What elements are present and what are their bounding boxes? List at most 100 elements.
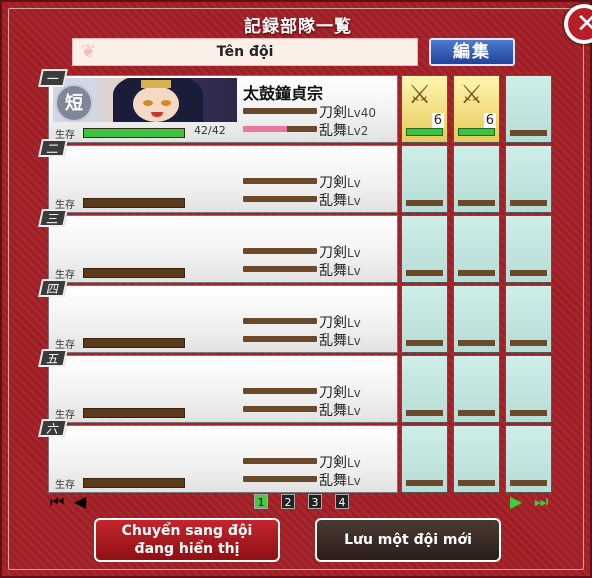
- slot-durability-bar: [458, 200, 495, 206]
- ranbu-bar: [243, 476, 317, 482]
- row-number: 三: [38, 209, 68, 227]
- slot-durability-bar: [458, 410, 495, 416]
- hp-bar: [83, 128, 185, 138]
- edit-button[interactable]: 編集: [429, 38, 515, 66]
- team-name-field[interactable]: ❦ Tên đội: [72, 38, 418, 66]
- record-team-list-window: 記録部隊一覧 ✕ ❦ Tên đội 編集 短太鼓鐘貞宗 生存 42/42 刀剣Lv4…: [0, 0, 592, 578]
- hp-bar: [83, 408, 185, 418]
- switch-to-displayed-team-button[interactable]: Chuyển sang đội đang hiển thị: [94, 518, 280, 562]
- page-3[interactable]: 3: [308, 494, 322, 509]
- slot-durability-bar: [510, 480, 547, 486]
- equipment-slot[interactable]: [505, 215, 552, 283]
- slot-durability-bar: [458, 340, 495, 346]
- row-number: 一: [38, 69, 68, 87]
- ranbu-level-label: 乱舞Lv: [319, 193, 361, 209]
- team-name-text: Tên đội: [216, 44, 274, 60]
- soldier-icon: ⚔: [460, 80, 484, 110]
- page-1[interactable]: 1: [254, 494, 268, 509]
- window-title: 記録部隊一覧: [244, 17, 352, 37]
- close-icon[interactable]: ✕: [564, 4, 592, 44]
- team-row[interactable]: 生存 刀剣Lv 乱舞Lv: [48, 215, 398, 283]
- sword-type-badge: 短: [55, 84, 93, 122]
- slot-count: 6: [483, 113, 496, 128]
- ranbu-level-label: 乱舞Lv: [319, 263, 361, 279]
- last-page-icon[interactable]: ⏭: [534, 492, 548, 512]
- ranbu-level-label: 乱舞Lv: [319, 473, 361, 489]
- equipment-slot[interactable]: [453, 215, 500, 283]
- equipment-slot[interactable]: [401, 145, 448, 213]
- page-2[interactable]: 2: [281, 494, 295, 509]
- slot-durability-bar: [510, 130, 547, 136]
- unit-name: 太鼓鐘貞宗: [243, 84, 324, 103]
- pager: ⏮ ◀ 1 2 3 4 ▶ ⏭: [48, 492, 552, 512]
- exp-bar: [243, 388, 317, 394]
- hp-text: 42/42: [194, 124, 226, 137]
- equipment-slot[interactable]: [505, 285, 552, 353]
- slot-durability-bar: [510, 270, 547, 276]
- equipment-slot[interactable]: [401, 215, 448, 283]
- ranbu-bar: [243, 406, 317, 412]
- sword-level-label: 刀剣Lv: [319, 175, 361, 191]
- team-row[interactable]: 生存 刀剣Lv 乱舞Lv: [48, 285, 398, 353]
- slot-durability-bar: [510, 410, 547, 416]
- row-number: 四: [38, 279, 68, 297]
- equipment-slot[interactable]: [505, 75, 552, 143]
- equipment-slot[interactable]: [505, 145, 552, 213]
- sword-level-label: 刀剣Lv: [319, 385, 361, 401]
- exp-bar: [243, 318, 317, 324]
- equipment-slot[interactable]: [453, 145, 500, 213]
- slot-durability-bar: [458, 270, 495, 276]
- team-row[interactable]: 短太鼓鐘貞宗 生存 42/42 刀剣Lv40 乱舞Lv2: [48, 75, 398, 143]
- save-new-team-button[interactable]: Lưu một đội mới: [315, 518, 501, 562]
- equipment-slot[interactable]: [453, 285, 500, 353]
- slot-durability-bar: [406, 410, 443, 416]
- sword-level-label: 刀剣Lv: [319, 315, 361, 331]
- ranbu-bar: [243, 336, 317, 342]
- equipment-slot[interactable]: [453, 355, 500, 423]
- soldier-icon: ⚔: [408, 80, 432, 110]
- equipment-slot[interactable]: ⚔ 6: [453, 75, 500, 143]
- row-number: 二: [38, 139, 68, 157]
- ranbu-level-label: 乱舞Lv2: [319, 123, 369, 139]
- ranbu-level-label: 乱舞Lv: [319, 333, 361, 349]
- slot-durability-bar: [458, 480, 495, 486]
- equipment-slot[interactable]: [453, 425, 500, 493]
- ranbu-bar: [243, 266, 317, 272]
- ranbu-bar: [243, 196, 317, 202]
- ranbu-level-label: 乱舞Lv: [319, 403, 361, 419]
- row-number: 六: [38, 419, 68, 437]
- hp-bar: [83, 478, 185, 488]
- equipment-slot[interactable]: [401, 425, 448, 493]
- equipment-slot[interactable]: ⚔ 6: [401, 75, 448, 143]
- hp-bar: [83, 198, 185, 208]
- live-label: 生存: [55, 480, 75, 491]
- slot-durability-bar: [406, 480, 443, 486]
- equipment-slot[interactable]: [401, 285, 448, 353]
- exp-bar: [243, 248, 317, 254]
- team-row[interactable]: 生存 刀剣Lv 乱舞Lv: [48, 355, 398, 423]
- slot-durability-bar: [406, 270, 443, 276]
- sword-level-label: 刀剣Lv: [319, 455, 361, 471]
- equipment-slot[interactable]: [505, 425, 552, 493]
- prev-page-icon[interactable]: ◀: [74, 492, 86, 511]
- equipment-slot[interactable]: [505, 355, 552, 423]
- sword-level-label: 刀剣Lv: [319, 245, 361, 261]
- exp-bar: [243, 108, 317, 114]
- sword-level-label: 刀剣Lv40: [319, 105, 377, 121]
- next-page-icon[interactable]: ▶: [510, 492, 522, 511]
- exp-bar: [243, 178, 317, 184]
- slot-durability-bar: [406, 128, 443, 136]
- slot-count: 6: [431, 113, 444, 128]
- equipment-slot[interactable]: [401, 355, 448, 423]
- slot-durability-bar: [458, 128, 495, 136]
- team-row[interactable]: 生存 刀剣Lv 乱舞Lv: [48, 425, 398, 493]
- slot-durability-bar: [510, 340, 547, 346]
- hp-bar: [83, 268, 185, 278]
- exp-bar: [243, 458, 317, 464]
- page-4[interactable]: 4: [335, 494, 349, 509]
- row-number: 五: [38, 349, 68, 367]
- first-page-icon[interactable]: ⏮: [50, 492, 64, 512]
- ranbu-bar: [243, 126, 317, 132]
- team-row[interactable]: 生存 刀剣Lv 乱舞Lv: [48, 145, 398, 213]
- slot-durability-bar: [406, 200, 443, 206]
